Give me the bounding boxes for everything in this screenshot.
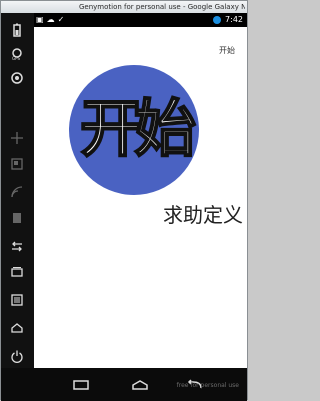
system-navbar: free for personal use bbox=[1, 368, 247, 401]
start-button[interactable]: 开始 bbox=[69, 65, 199, 195]
nav-recent-icon[interactable] bbox=[69, 378, 93, 392]
wifi-icon bbox=[213, 16, 222, 24]
back-icon[interactable] bbox=[10, 239, 24, 253]
clock: 7:42 bbox=[225, 15, 243, 24]
recent-apps-icon[interactable] bbox=[10, 265, 24, 279]
emulator-toolbar: GPS bbox=[1, 13, 34, 380]
battery-icon[interactable] bbox=[10, 23, 24, 37]
power-icon[interactable] bbox=[10, 349, 24, 363]
check-icon: ✓ bbox=[57, 15, 65, 24]
device-screen: ▣ ☁ ✓ 7:42 开始 开始 求助定义 bbox=[34, 13, 247, 380]
rss-icon[interactable] bbox=[10, 185, 24, 199]
caption-text: 求助定义 bbox=[163, 203, 243, 227]
notification-icon: ▣ bbox=[36, 15, 44, 24]
cloud-icon: ☁ bbox=[46, 15, 55, 24]
emulator-window: Genymotion for personal use - Google Gal… bbox=[0, 0, 248, 401]
watermark: free for personal use bbox=[176, 382, 239, 389]
svg-text:GPS: GPS bbox=[12, 56, 21, 61]
status-left: ▣ ☁ ✓ bbox=[36, 14, 64, 26]
start-label: 开始 bbox=[79, 91, 197, 166]
home-icon[interactable] bbox=[10, 321, 24, 335]
move-icon[interactable] bbox=[10, 131, 24, 145]
camera-icon[interactable] bbox=[10, 71, 24, 85]
corner-label: 开始 bbox=[219, 46, 235, 55]
gps-icon[interactable]: GPS bbox=[10, 47, 24, 61]
window-title: Genymotion for personal use - Google Gal… bbox=[79, 3, 245, 11]
status-bar: ▣ ☁ ✓ 7:42 bbox=[34, 13, 247, 27]
id-icon[interactable] bbox=[10, 157, 24, 171]
nav-home-icon[interactable] bbox=[128, 378, 152, 392]
sd-card-icon[interactable] bbox=[10, 211, 24, 225]
menu-icon[interactable] bbox=[10, 293, 24, 307]
status-right: 7:42 bbox=[213, 14, 243, 26]
